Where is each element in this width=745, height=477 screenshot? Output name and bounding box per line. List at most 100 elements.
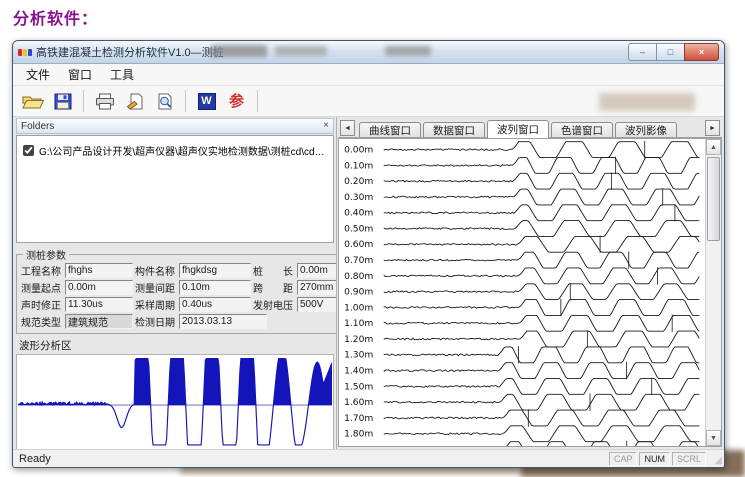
- svg-text:0.60m: 0.60m: [344, 240, 373, 250]
- params-row: 测量起点 0.00m 测量间距 0.10m 跨 距 270mm: [21, 280, 336, 295]
- toolbar-separator: [257, 90, 258, 112]
- toolbar: W 参: [13, 86, 724, 117]
- page-title: 分析软件：: [13, 5, 98, 29]
- num-lock-indicator: NUM: [639, 452, 670, 466]
- analysis-waveform-svg: [18, 356, 332, 448]
- scroll-down-button[interactable]: ▼: [706, 430, 721, 446]
- sample-period-field[interactable]: 0.40us: [179, 297, 251, 312]
- toolbar-separator: [83, 90, 84, 112]
- print-button[interactable]: [91, 89, 118, 114]
- pile-length-field[interactable]: 0.00m: [297, 263, 336, 278]
- folder-checkbox[interactable]: [23, 145, 34, 156]
- svg-text:0.40m: 0.40m: [344, 209, 373, 219]
- window-title: 高铁建混凝土检测分析软件V1.0—测桩: [36, 44, 224, 60]
- param-label: 检测日期: [135, 314, 177, 329]
- param-label: 工程名称: [21, 263, 63, 278]
- folders-panel-header[interactable]: Folders ×: [16, 118, 334, 134]
- folders-panel-title: Folders: [21, 121, 54, 132]
- menu-tools[interactable]: 工具: [101, 64, 143, 85]
- page-magnifier-icon: [156, 93, 174, 110]
- span-field[interactable]: 270mm: [297, 280, 336, 295]
- params-group-title: 测桩参数: [23, 247, 69, 262]
- time-correction-field[interactable]: 11.30us: [65, 297, 133, 312]
- blurred-region: [275, 46, 327, 56]
- close-button[interactable]: ×: [684, 43, 719, 61]
- svg-text:1.30m: 1.30m: [344, 351, 373, 361]
- maximize-button[interactable]: □: [657, 43, 684, 61]
- pile-params-group: 测桩参数 工程名称 fhghs 构件名称 fhgkdsg 桩 长 0.00m 测…: [16, 247, 336, 334]
- svg-text:0.10m: 0.10m: [344, 161, 373, 171]
- measure-start-field[interactable]: 0.00m: [65, 280, 133, 295]
- scroll-up-button[interactable]: ▲: [706, 139, 721, 155]
- svg-text:1.40m: 1.40m: [344, 367, 373, 377]
- parameters-button[interactable]: 参: [223, 89, 250, 114]
- params-row: 规范类型 建筑规范 检测日期 2013.03.13: [21, 314, 336, 329]
- menu-bar: 文件 窗口 工具: [13, 64, 724, 86]
- vertical-scrollbar[interactable]: ▲ ▼: [705, 139, 721, 446]
- caps-lock-indicator: CAP: [609, 452, 638, 466]
- measure-interval-field[interactable]: 0.10m: [179, 280, 251, 295]
- print-preview-button[interactable]: [151, 89, 178, 114]
- test-date-field[interactable]: 2013.03.13: [179, 314, 267, 329]
- voltage-field[interactable]: 500V: [297, 297, 336, 312]
- open-file-button[interactable]: [19, 89, 46, 114]
- component-name-field[interactable]: fhgkdsg: [179, 263, 251, 278]
- param-label: 构件名称: [135, 263, 177, 278]
- minimize-button[interactable]: –: [628, 43, 657, 61]
- svg-text:0.80m: 0.80m: [344, 272, 373, 282]
- open-folder-icon: [22, 93, 44, 110]
- print-setup-button[interactable]: [121, 89, 148, 114]
- analysis-area-title: 波形分析区: [19, 338, 334, 353]
- svg-text:1.10m: 1.10m: [344, 319, 373, 329]
- svg-text:0.30m: 0.30m: [344, 193, 373, 203]
- tab-spectrum-window[interactable]: 色谱窗口: [551, 122, 613, 137]
- main-area: Folders × G:\公司产品设计开发\超声仪器\超声仪实地检测数据\测桩c…: [13, 117, 724, 449]
- blurred-region: [211, 45, 267, 57]
- right-panel: ◄ 曲线窗口 数据窗口 波列窗口 色谱窗口 波列影像 ► 0.00m0.10m0…: [336, 117, 724, 449]
- menu-window[interactable]: 窗口: [59, 64, 101, 85]
- tab-label: 波列影像: [625, 123, 667, 138]
- waveform-analysis-plot[interactable]: [16, 354, 334, 449]
- tab-strip: ◄ 曲线窗口 数据窗口 波列窗口 色谱窗口 波列影像 ►: [338, 118, 722, 138]
- tab-scroll-right-button[interactable]: ►: [705, 120, 720, 136]
- folder-tree-item[interactable]: G:\公司产品设计开发\超声仪器\超声仪实地检测数据\测桩cd\cd03\cd0…: [23, 143, 330, 158]
- blurred-region: [599, 93, 695, 111]
- svg-text:0.90m: 0.90m: [344, 288, 373, 298]
- scrollbar-track[interactable]: [706, 155, 721, 430]
- window-titlebar[interactable]: 高铁建混凝土检测分析软件V1.0—测桩 – □ ×: [13, 41, 724, 64]
- param-label: 测量间距: [135, 280, 177, 295]
- param-label: 采样周期: [135, 297, 177, 312]
- tab-data-window[interactable]: 数据窗口: [423, 122, 485, 137]
- tab-label: 曲线窗口: [369, 123, 411, 138]
- close-folders-icon[interactable]: ×: [323, 121, 329, 131]
- printer-icon: [95, 93, 115, 110]
- param-label: 跨 距: [253, 280, 295, 295]
- save-button[interactable]: [49, 89, 76, 114]
- floppy-disk-icon: [54, 93, 72, 110]
- svg-text:1.00m: 1.00m: [344, 304, 373, 314]
- tab-scroll-left-button[interactable]: ◄: [340, 120, 355, 136]
- param-label: 规范类型: [21, 314, 63, 329]
- word-export-button[interactable]: W: [193, 89, 220, 114]
- tab-label: 数据窗口: [433, 123, 475, 138]
- scroll-lock-indicator: SCRL: [672, 452, 706, 466]
- params-row: 工程名称 fhghs 构件名称 fhgkdsg 桩 长 0.00m: [21, 263, 336, 278]
- svg-text:1.70m: 1.70m: [344, 414, 373, 424]
- parameters-icon: 参: [229, 94, 244, 109]
- svg-text:1.60m: 1.60m: [344, 398, 373, 408]
- param-label: 测量起点: [21, 280, 63, 295]
- tab-curve-window[interactable]: 曲线窗口: [359, 122, 421, 137]
- menu-file[interactable]: 文件: [17, 64, 59, 85]
- project-name-field[interactable]: fhghs: [65, 263, 133, 278]
- screenshot-page: 分析软件： 高铁建混凝土检测分析软件V1.0—测桩 – □ × 文件 窗口 工具: [0, 0, 745, 477]
- folders-tree: G:\公司产品设计开发\超声仪器\超声仪实地检测数据\测桩cd\cd03\cd0…: [16, 135, 334, 243]
- blurred-region: [385, 46, 431, 56]
- svg-text:0.70m: 0.70m: [344, 256, 373, 266]
- tab-waveimage-window[interactable]: 波列影像: [615, 122, 677, 137]
- wavetrain-display[interactable]: 0.00m0.10m0.20m0.30m0.40m0.50m0.60m0.70m…: [338, 138, 722, 447]
- standard-type-dropdown[interactable]: 建筑规范: [65, 314, 133, 329]
- params-row: 声时修正 11.30us 采样周期 0.40us 发射电压 500V: [21, 297, 336, 312]
- resize-grip-icon[interactable]: ◢: [714, 456, 722, 466]
- tab-wavetrain-window[interactable]: 波列窗口: [487, 120, 549, 138]
- scrollbar-thumb[interactable]: [707, 157, 720, 241]
